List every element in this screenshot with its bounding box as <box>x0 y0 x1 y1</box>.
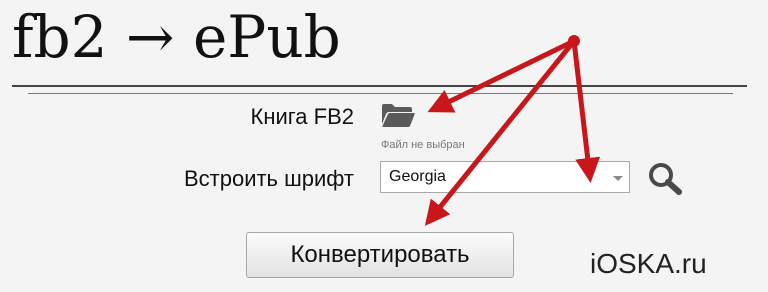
convert-button[interactable]: Конвертировать <box>246 232 514 278</box>
title-divider-thin <box>28 93 733 94</box>
font-select[interactable]: Georgia <box>380 161 630 193</box>
search-icon <box>649 163 682 195</box>
search-button[interactable] <box>646 160 686 196</box>
file-picker-button[interactable] <box>380 100 416 130</box>
embed-font-label: Встроить шрифт <box>183 166 354 191</box>
title-divider <box>12 85 747 87</box>
font-select-value: Georgia <box>389 168 446 185</box>
book-label: Книга FB2 <box>250 104 355 129</box>
folder-icon <box>382 104 415 127</box>
watermark: iOSKA.ru <box>590 248 707 279</box>
arrow-to-convert <box>424 39 576 226</box>
arrow-to-folder <box>427 38 576 113</box>
arrow-origin <box>568 35 580 47</box>
chevron-down-icon <box>613 176 623 181</box>
arrow-to-select <box>571 40 601 183</box>
file-status-text: Файл не выбран <box>381 139 465 151</box>
page-title: fb2 → ePub <box>12 3 341 71</box>
